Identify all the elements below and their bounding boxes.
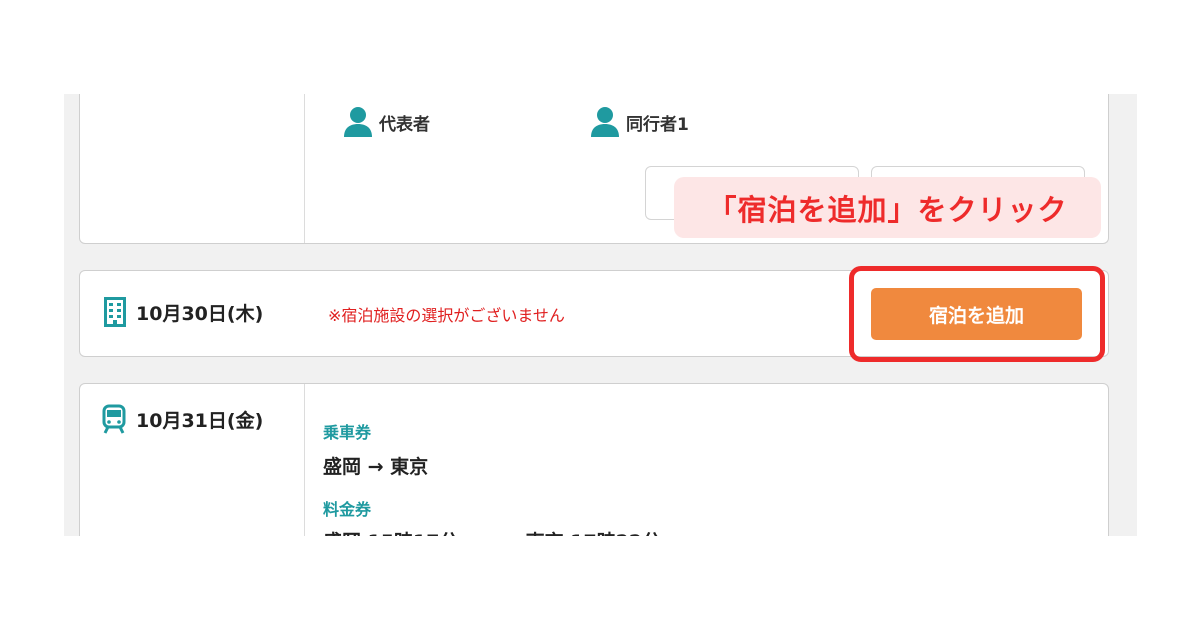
accommodation-date-text: 10月30日(木) — [136, 302, 264, 325]
accommodation-date: 10月30日(木) — [104, 297, 263, 327]
person-icon — [591, 107, 619, 137]
boarding-ticket-label: 乗車券 — [323, 423, 372, 442]
screenshot-area: 代表者 同行者1 10月30日(木) ※宿泊施設の選択がございません 宿泊を追加… — [64, 94, 1137, 536]
train-card: 10月31日(金) 乗車券 盛岡 → 東京 料金券 盛岡 15時17分 ――→ … — [79, 383, 1109, 536]
column-divider — [304, 384, 305, 536]
no-accommodation-notice: ※宿泊施設の選択がございません — [328, 306, 565, 325]
fare-ticket-label: 料金券 — [323, 500, 372, 519]
person-icon — [344, 107, 372, 137]
train-date-text: 10月31日(金) — [136, 409, 264, 432]
instruction-callout: 「宿泊を追加」をクリック — [674, 177, 1101, 238]
train-date: 10月31日(金) — [102, 404, 263, 434]
companion-label: 同行者1 — [626, 114, 689, 135]
companion-traveler: 同行者1 — [590, 106, 689, 138]
schedule-text: 盛岡 15時17分 ――→ 東京 17時22分 — [323, 527, 661, 536]
add-accommodation-button[interactable]: 宿泊を追加 — [871, 288, 1082, 340]
callout-text: 「宿泊を追加」をクリック — [707, 192, 1068, 227]
building-icon — [104, 297, 126, 327]
route-text: 盛岡 → 東京 — [323, 456, 429, 478]
representative-traveler: 代表者 — [343, 106, 430, 138]
column-divider — [304, 94, 305, 243]
train-icon — [102, 404, 126, 434]
representative-label: 代表者 — [379, 114, 430, 135]
